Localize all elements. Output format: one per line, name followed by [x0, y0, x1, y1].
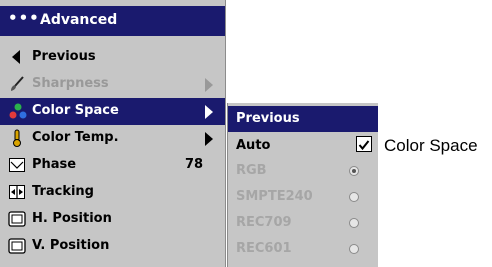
radio-button[interactable] — [349, 244, 359, 254]
submenu-item-label: REC709 — [236, 215, 292, 230]
menu-item-label: V. Position — [32, 238, 110, 253]
submenu-item-label: Previous — [236, 111, 300, 126]
color-space-submenu: Previous Auto RGB SMPTE240 REC709 REC601 — [227, 103, 378, 267]
submenu-item-label: REC601 — [236, 241, 292, 256]
menu-item-phase[interactable]: Phase 78 — [0, 152, 225, 179]
phase-value: 78 — [185, 157, 204, 172]
menu-item-h-position[interactable]: H. Position — [0, 206, 225, 233]
menu-item-color-space[interactable]: Color Space — [0, 98, 225, 125]
submenu-item-smpte240[interactable]: SMPTE240 — [228, 184, 378, 210]
submenu-item-label: RGB — [236, 163, 267, 178]
submenu-item-label: Auto — [236, 138, 271, 153]
thermometer-icon — [8, 129, 26, 147]
menu-item-label: Sharpness — [32, 76, 109, 91]
menu-item-color-temp[interactable]: Color Temp. — [0, 125, 225, 152]
menu-item-label: H. Position — [32, 211, 112, 226]
chevron-right-icon — [205, 132, 213, 146]
color-dots-icon — [8, 102, 27, 120]
chevron-right-icon — [205, 78, 213, 92]
submenu-item-rec601[interactable]: REC601 — [228, 236, 378, 262]
radio-button-checked[interactable] — [349, 166, 359, 176]
menu-dots-icon: ••• — [8, 9, 40, 27]
auto-checkbox[interactable] — [356, 136, 372, 152]
menu-item-sharpness[interactable]: Sharpness — [0, 71, 225, 98]
menu-item-v-position[interactable]: V. Position — [0, 233, 225, 260]
advanced-menu: ••• Advanced Previous Sharpness Color Sp… — [0, 0, 226, 267]
submenu-item-label: SMPTE240 — [236, 189, 313, 204]
menu-item-previous[interactable]: Previous — [0, 44, 225, 71]
radio-button[interactable] — [349, 218, 359, 228]
submenu-item-rgb[interactable]: RGB — [228, 158, 378, 184]
menu-item-label: Tracking — [32, 184, 94, 199]
radio-button[interactable] — [349, 192, 359, 202]
monitor-icon — [8, 210, 26, 228]
menu-item-tracking[interactable]: Tracking — [0, 179, 225, 206]
menu-title: Advanced — [40, 12, 118, 28]
callout-label: Color Space — [384, 136, 478, 155]
left-arrow-icon — [8, 48, 26, 66]
menu-item-label: Previous — [32, 49, 96, 64]
monitor-icon — [8, 237, 26, 255]
submenu-item-previous[interactable]: Previous — [228, 106, 378, 132]
submenu-item-rec709[interactable]: REC709 — [228, 210, 378, 236]
tracking-icon — [8, 183, 26, 201]
phase-icon — [8, 156, 26, 174]
chevron-right-icon — [205, 105, 213, 119]
menu-item-label: Color Temp. — [32, 130, 119, 145]
checkmark-icon — [358, 140, 370, 151]
brush-icon — [8, 75, 26, 93]
menu-item-label: Phase — [32, 157, 77, 172]
menu-item-label: Color Space — [32, 103, 119, 118]
menu-header: ••• Advanced — [0, 6, 225, 36]
